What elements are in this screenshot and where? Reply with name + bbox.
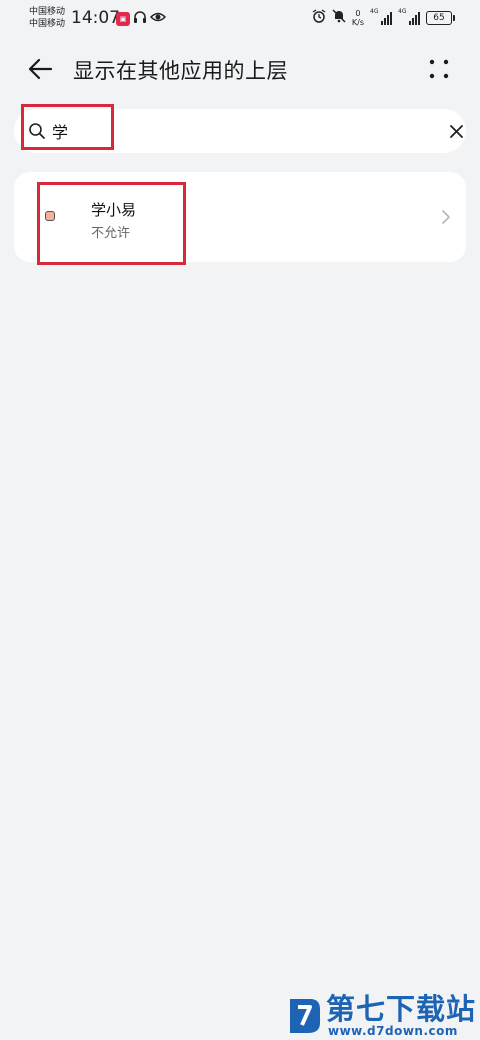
app-permission-status: 不允许 [91, 226, 131, 241]
screen: 中国移动 中国移动 14:07 ▣ 0 K/s 4G 4G 65 显示在其他应用… [0, 0, 480, 1040]
notification-app-icon: ▣ [116, 12, 130, 26]
carrier-info: 中国移动 中国移动 [29, 6, 65, 30]
speed-unit: K/s [351, 17, 364, 27]
watermark-logo-icon [290, 999, 320, 1033]
network-type-2: 4G [398, 7, 407, 15]
app-name: 学小易 [91, 201, 137, 219]
more-dots-icon [429, 59, 449, 79]
alarm-icon [312, 8, 326, 27]
headphones-icon [133, 10, 147, 28]
clock: 14:07 [71, 8, 120, 28]
close-icon [450, 125, 463, 138]
mute-icon [332, 8, 346, 27]
search-icon [29, 123, 45, 139]
watermark-url: www.d7down.com [328, 1024, 458, 1038]
back-arrow-icon [28, 58, 53, 80]
signal-icon: 4G [398, 7, 420, 27]
speed-value: 0 [355, 8, 361, 18]
page-title: 显示在其他应用的上层 [73, 59, 288, 83]
app-list-card: 学小易 不允许 [14, 172, 466, 262]
more-options-button[interactable] [424, 54, 454, 84]
carrier-1: 中国移动 [29, 7, 66, 17]
network-type-1: 4G [370, 7, 379, 15]
system-icons: 0 K/s 4G 4G 65 [312, 7, 455, 27]
battery-icon: 65 [426, 10, 455, 25]
search-bar [14, 109, 466, 153]
watermark-text: 第七下载站 [326, 992, 477, 1026]
signal-bars-2 [409, 11, 420, 25]
title-bar: 显示在其他应用的上层 [0, 46, 480, 92]
back-button[interactable] [24, 54, 56, 84]
clear-search-button[interactable] [448, 123, 465, 140]
notification-icons: ▣ [116, 10, 167, 28]
signal-icon: 4G [370, 7, 392, 27]
eye-icon [149, 10, 167, 28]
app-icon [45, 211, 55, 221]
chevron-right-icon [442, 210, 450, 224]
list-item[interactable]: 学小易 不允许 [14, 172, 466, 262]
signal-bars-1 [381, 11, 392, 25]
network-speed: 0 K/s [352, 9, 364, 27]
carrier-2: 中国移动 [29, 19, 66, 29]
status-bar: 中国移动 中国移动 14:07 ▣ 0 K/s 4G 4G 65 [0, 0, 480, 36]
watermark: 第七下载站 www.d7down.com [286, 993, 476, 1039]
search-input[interactable] [52, 116, 422, 146]
